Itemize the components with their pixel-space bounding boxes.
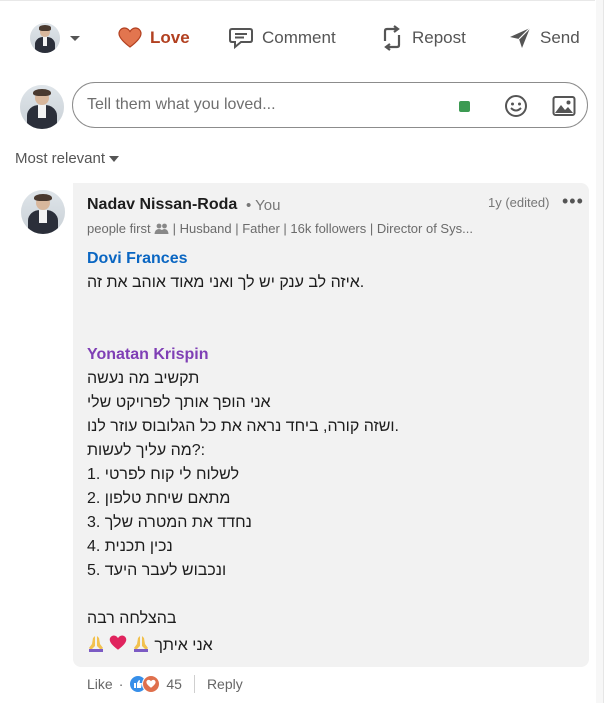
repost-label: Repost — [412, 28, 466, 47]
comment-text-line: 5. ונכבוש לעבר היעד — [87, 562, 227, 579]
reply-button[interactable]: Reply — [207, 676, 243, 692]
comment-input[interactable] — [85, 95, 429, 115]
more-options-button[interactable]: ••• — [562, 191, 584, 212]
you-tag: • You — [246, 197, 281, 214]
praying-hands-icon — [132, 634, 150, 657]
sort-dropdown[interactable]: Most relevant — [15, 150, 120, 167]
reaction-actor-switcher[interactable] — [30, 14, 82, 62]
people-icon — [154, 223, 169, 234]
social-action-bar: Love Comment Repost Send — [0, 14, 600, 62]
comment-text-line: 3. נחדד את המטרה שלך — [87, 514, 252, 531]
mention-link[interactable]: Yonatan Krispin — [87, 346, 209, 364]
comment-text-line: 2. מתאם שיחת טלפון — [87, 490, 231, 507]
divider — [0, 0, 595, 1]
separator-dot: · — [118, 676, 124, 692]
like-comment-button[interactable]: Like — [87, 676, 113, 692]
comment-timestamp: 1y (edited) — [488, 195, 550, 210]
emoji-icon — [505, 95, 527, 117]
comment-text-line: 1. לשלוח לי קוח לפרטי — [87, 466, 240, 483]
love-button[interactable]: Love — [118, 14, 190, 62]
chevron-down-icon — [70, 36, 80, 41]
comment-bubble: Nadav Nissan-Roda • You 1y (edited) ••• … — [73, 183, 589, 667]
love-label: Love — [150, 28, 190, 47]
repost-button[interactable]: Repost — [380, 14, 466, 62]
sort-label: Most relevant — [15, 150, 106, 167]
comment-composer — [20, 82, 590, 132]
comment-text-line: מה עליך לעשות?: — [87, 442, 206, 459]
avatar — [30, 23, 60, 53]
headline-rest: | Husband | Father | 16k followers | Dir… — [172, 221, 473, 236]
comment-text-line: 4. נכין תכנית — [87, 538, 173, 555]
comment-text-line: אני הופך אותך לפרויקט שלי — [87, 394, 271, 411]
comment-button[interactable]: Comment — [228, 14, 336, 62]
comment-text-line: בהצלחה רבה — [87, 610, 177, 627]
emoji-button[interactable] — [504, 94, 528, 123]
repost-icon — [383, 25, 401, 51]
avatar — [20, 85, 64, 129]
signoff-text: אני איתך — [154, 637, 213, 654]
reaction-icons[interactable] — [129, 675, 161, 693]
send-label: Send — [540, 28, 580, 47]
mention-link[interactable]: Dovi Frances — [87, 250, 187, 268]
scrollbar[interactable] — [596, 0, 603, 703]
love-reaction-icon — [142, 675, 161, 693]
comment-label: Comment — [262, 28, 336, 47]
comment-text-line: ושזה קורה, ביחד נראה את כל הגלובוס עוזר … — [87, 418, 399, 435]
comment-author-avatar[interactable] — [21, 190, 65, 234]
author-headline: people first | Husband | Father | 16k fol… — [87, 221, 517, 236]
headline-prefix: people first — [87, 221, 151, 236]
praying-hands-icon — [87, 634, 105, 657]
send-icon — [510, 27, 531, 48]
reaction-count[interactable]: 45 — [166, 676, 182, 692]
comment-author-name[interactable]: Nadav Nissan-Roda — [87, 196, 237, 214]
comment-reactions-bar: Like · 45 Reply — [87, 673, 243, 695]
add-image-button[interactable] — [552, 95, 576, 122]
red-heart-icon — [109, 634, 127, 657]
comment-text-line: איזה לב ענק יש לך ואני מאוד אוהב את זה. — [87, 274, 365, 291]
comment-icon — [229, 28, 253, 50]
comment-signoff-line: אני איתך — [87, 634, 213, 657]
heart-icon — [118, 27, 142, 48]
post-social-panel: Love Comment Repost Send Tell them what … — [0, 0, 604, 703]
divider — [193, 675, 195, 693]
comment-input-box[interactable] — [72, 82, 588, 128]
status-dot-icon — [459, 101, 470, 112]
caret-down-icon — [109, 155, 120, 162]
comment-text-line: תקשיב מה נעשה — [87, 370, 200, 387]
image-icon — [552, 96, 576, 116]
send-button[interactable]: Send — [508, 14, 580, 62]
